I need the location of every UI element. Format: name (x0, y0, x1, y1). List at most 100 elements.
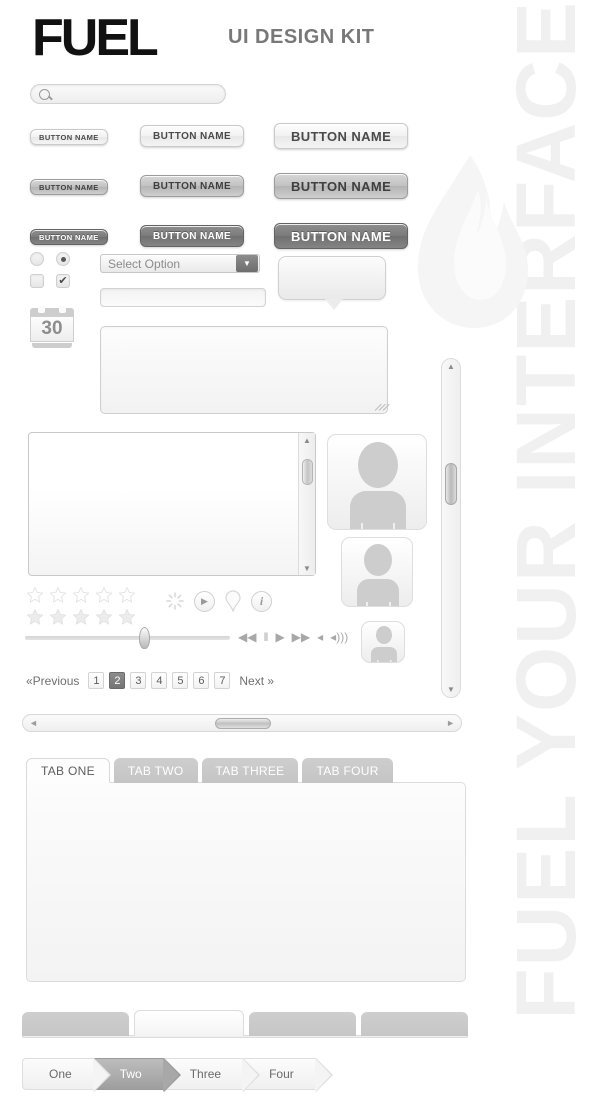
media-controls: ◀◀ ‖ ▶ ▶▶ ◂ ◂))) (238, 630, 348, 644)
button-dark-large[interactable]: BUTTON NAME (274, 223, 409, 249)
scroll-up-icon[interactable]: ▲ (442, 359, 460, 371)
page-number[interactable]: 6 (193, 672, 210, 689)
breadcrumb-step-0[interactable]: One (22, 1058, 111, 1092)
pagination-next[interactable]: Next » (239, 674, 274, 688)
brand-header: FUEL (32, 9, 159, 67)
avatar[interactable] (341, 537, 413, 607)
page-number[interactable]: 5 (172, 672, 189, 689)
scroll-left-icon[interactable]: ◄ (29, 718, 38, 728)
spinner-icon (166, 592, 184, 610)
logo-fuel: FUEL (32, 9, 159, 67)
pause-icon[interactable]: ‖ (263, 630, 268, 644)
text-field[interactable] (100, 288, 266, 307)
star-icon[interactable] (118, 608, 136, 626)
star-icon[interactable] (118, 586, 136, 604)
play-icon[interactable]: ▶ (275, 630, 284, 644)
star-icon[interactable] (95, 586, 113, 604)
scroll-thumb[interactable] (215, 718, 271, 729)
scroll-thumb[interactable] (302, 459, 313, 485)
star-icon[interactable] (26, 586, 44, 604)
range-slider[interactable] (25, 627, 230, 649)
button-dark-medium[interactable]: BUTTON NAME (140, 225, 245, 247)
button-mid-medium[interactable]: BUTTON NAME (140, 175, 245, 197)
avatar[interactable] (361, 621, 405, 663)
tab-2[interactable]: TAB THREE (201, 758, 299, 783)
search-input[interactable] (30, 84, 226, 104)
page-number[interactable]: 3 (130, 672, 147, 689)
rewind-icon[interactable]: ◀◀ (238, 630, 256, 644)
scroll-down-icon[interactable]: ▼ (299, 561, 315, 575)
button-light-small[interactable]: BUTTON NAME (30, 129, 108, 146)
mute-icon[interactable]: ◂ (317, 630, 323, 644)
button-row-mid: BUTTON NAME BUTTON NAME BUTTON NAME (30, 172, 409, 200)
scrollable-panel[interactable]: ▲ ▼ (28, 432, 316, 576)
star-icon[interactable] (72, 608, 90, 626)
user-icon (371, 626, 397, 662)
star-icon[interactable] (26, 608, 44, 626)
icon-set: ▶ i (166, 590, 272, 612)
tab-panel (26, 782, 466, 982)
page-number[interactable]: 1 (88, 672, 105, 689)
rating-stars-empty[interactable] (26, 586, 136, 604)
button-row-dark: BUTTON NAME BUTTON NAME BUTTON NAME (30, 222, 409, 250)
avatar[interactable] (327, 434, 427, 530)
chevron-down-icon[interactable]: ▼ (236, 255, 258, 272)
button-showcase: BUTTON NAME BUTTON NAME BUTTON NAME BUTT… (30, 122, 409, 272)
tab-3[interactable]: TAB FOUR (302, 758, 393, 783)
user-icon (357, 544, 399, 606)
button-dark-small[interactable]: BUTTON NAME (30, 229, 108, 246)
page-number[interactable]: 2 (109, 672, 126, 689)
volume-icon[interactable]: ◂))) (330, 630, 348, 644)
vertical-scrollbar[interactable]: ▲ ▼ (441, 358, 461, 698)
select-dropdown[interactable]: Select Option ▼ (100, 254, 260, 273)
search-icon (39, 88, 50, 100)
tab-1[interactable]: TAB TWO (113, 758, 198, 783)
info-icon[interactable]: i (251, 590, 272, 612)
map-pin-icon[interactable] (225, 590, 241, 612)
rating-widget (26, 586, 136, 630)
slider-handle[interactable] (138, 627, 150, 649)
button-light-medium[interactable]: BUTTON NAME (140, 125, 245, 147)
bottom-tab-3[interactable] (360, 1012, 468, 1036)
play-button[interactable]: ▶ (194, 590, 215, 612)
radio-unselected[interactable] (30, 252, 44, 266)
calendar-icon[interactable]: 30 (30, 306, 74, 348)
button-row-light: BUTTON NAME BUTTON NAME BUTTON NAME (30, 122, 409, 150)
fast-forward-icon[interactable]: ▶▶ (292, 630, 310, 644)
toggle-controls: ✔ (30, 252, 70, 288)
page-number[interactable]: 7 (214, 672, 231, 689)
star-icon[interactable] (49, 586, 67, 604)
star-icon[interactable] (49, 608, 67, 626)
button-mid-large[interactable]: BUTTON NAME (274, 173, 409, 199)
horizontal-scrollbar[interactable]: ◄ ► (22, 714, 462, 732)
bottom-tab-2[interactable] (248, 1012, 356, 1036)
textarea-field[interactable] (100, 326, 390, 414)
scroll-up-icon[interactable]: ▲ (299, 433, 315, 447)
panel-scrollbar[interactable]: ▲ ▼ (298, 433, 315, 575)
radio-selected[interactable] (56, 252, 70, 266)
pagination-previous[interactable]: «Previous (26, 674, 79, 688)
page-number[interactable]: 4 (151, 672, 168, 689)
checkbox-checked[interactable]: ✔ (56, 274, 70, 288)
resize-handle-icon[interactable] (374, 402, 390, 411)
button-mid-small[interactable]: BUTTON NAME (30, 179, 108, 196)
breadcrumb-label: Four (269, 1067, 294, 1081)
scroll-thumb[interactable] (445, 463, 457, 505)
star-icon[interactable] (72, 586, 90, 604)
scroll-down-icon[interactable]: ▼ (442, 685, 460, 694)
pagination-pages: 1234567 (88, 672, 231, 689)
checkbox-unchecked[interactable] (30, 274, 44, 288)
button-light-large[interactable]: BUTTON NAME (274, 123, 409, 149)
calendar-day: 30 (30, 316, 74, 342)
breadcrumb: One Two Three Four (22, 1058, 333, 1092)
breadcrumb-label: One (49, 1067, 72, 1081)
bottom-tab-1[interactable] (134, 1010, 244, 1036)
page-title: UI DESIGN KIT (228, 26, 375, 48)
bottom-tab-0[interactable] (22, 1012, 130, 1036)
calendar-header (30, 306, 74, 316)
scroll-right-icon[interactable]: ► (446, 718, 455, 728)
star-icon[interactable] (95, 608, 113, 626)
tab-0[interactable]: TAB ONE (26, 758, 110, 783)
rating-stars-filled[interactable] (26, 608, 136, 626)
check-icon: ✔ (58, 274, 68, 287)
